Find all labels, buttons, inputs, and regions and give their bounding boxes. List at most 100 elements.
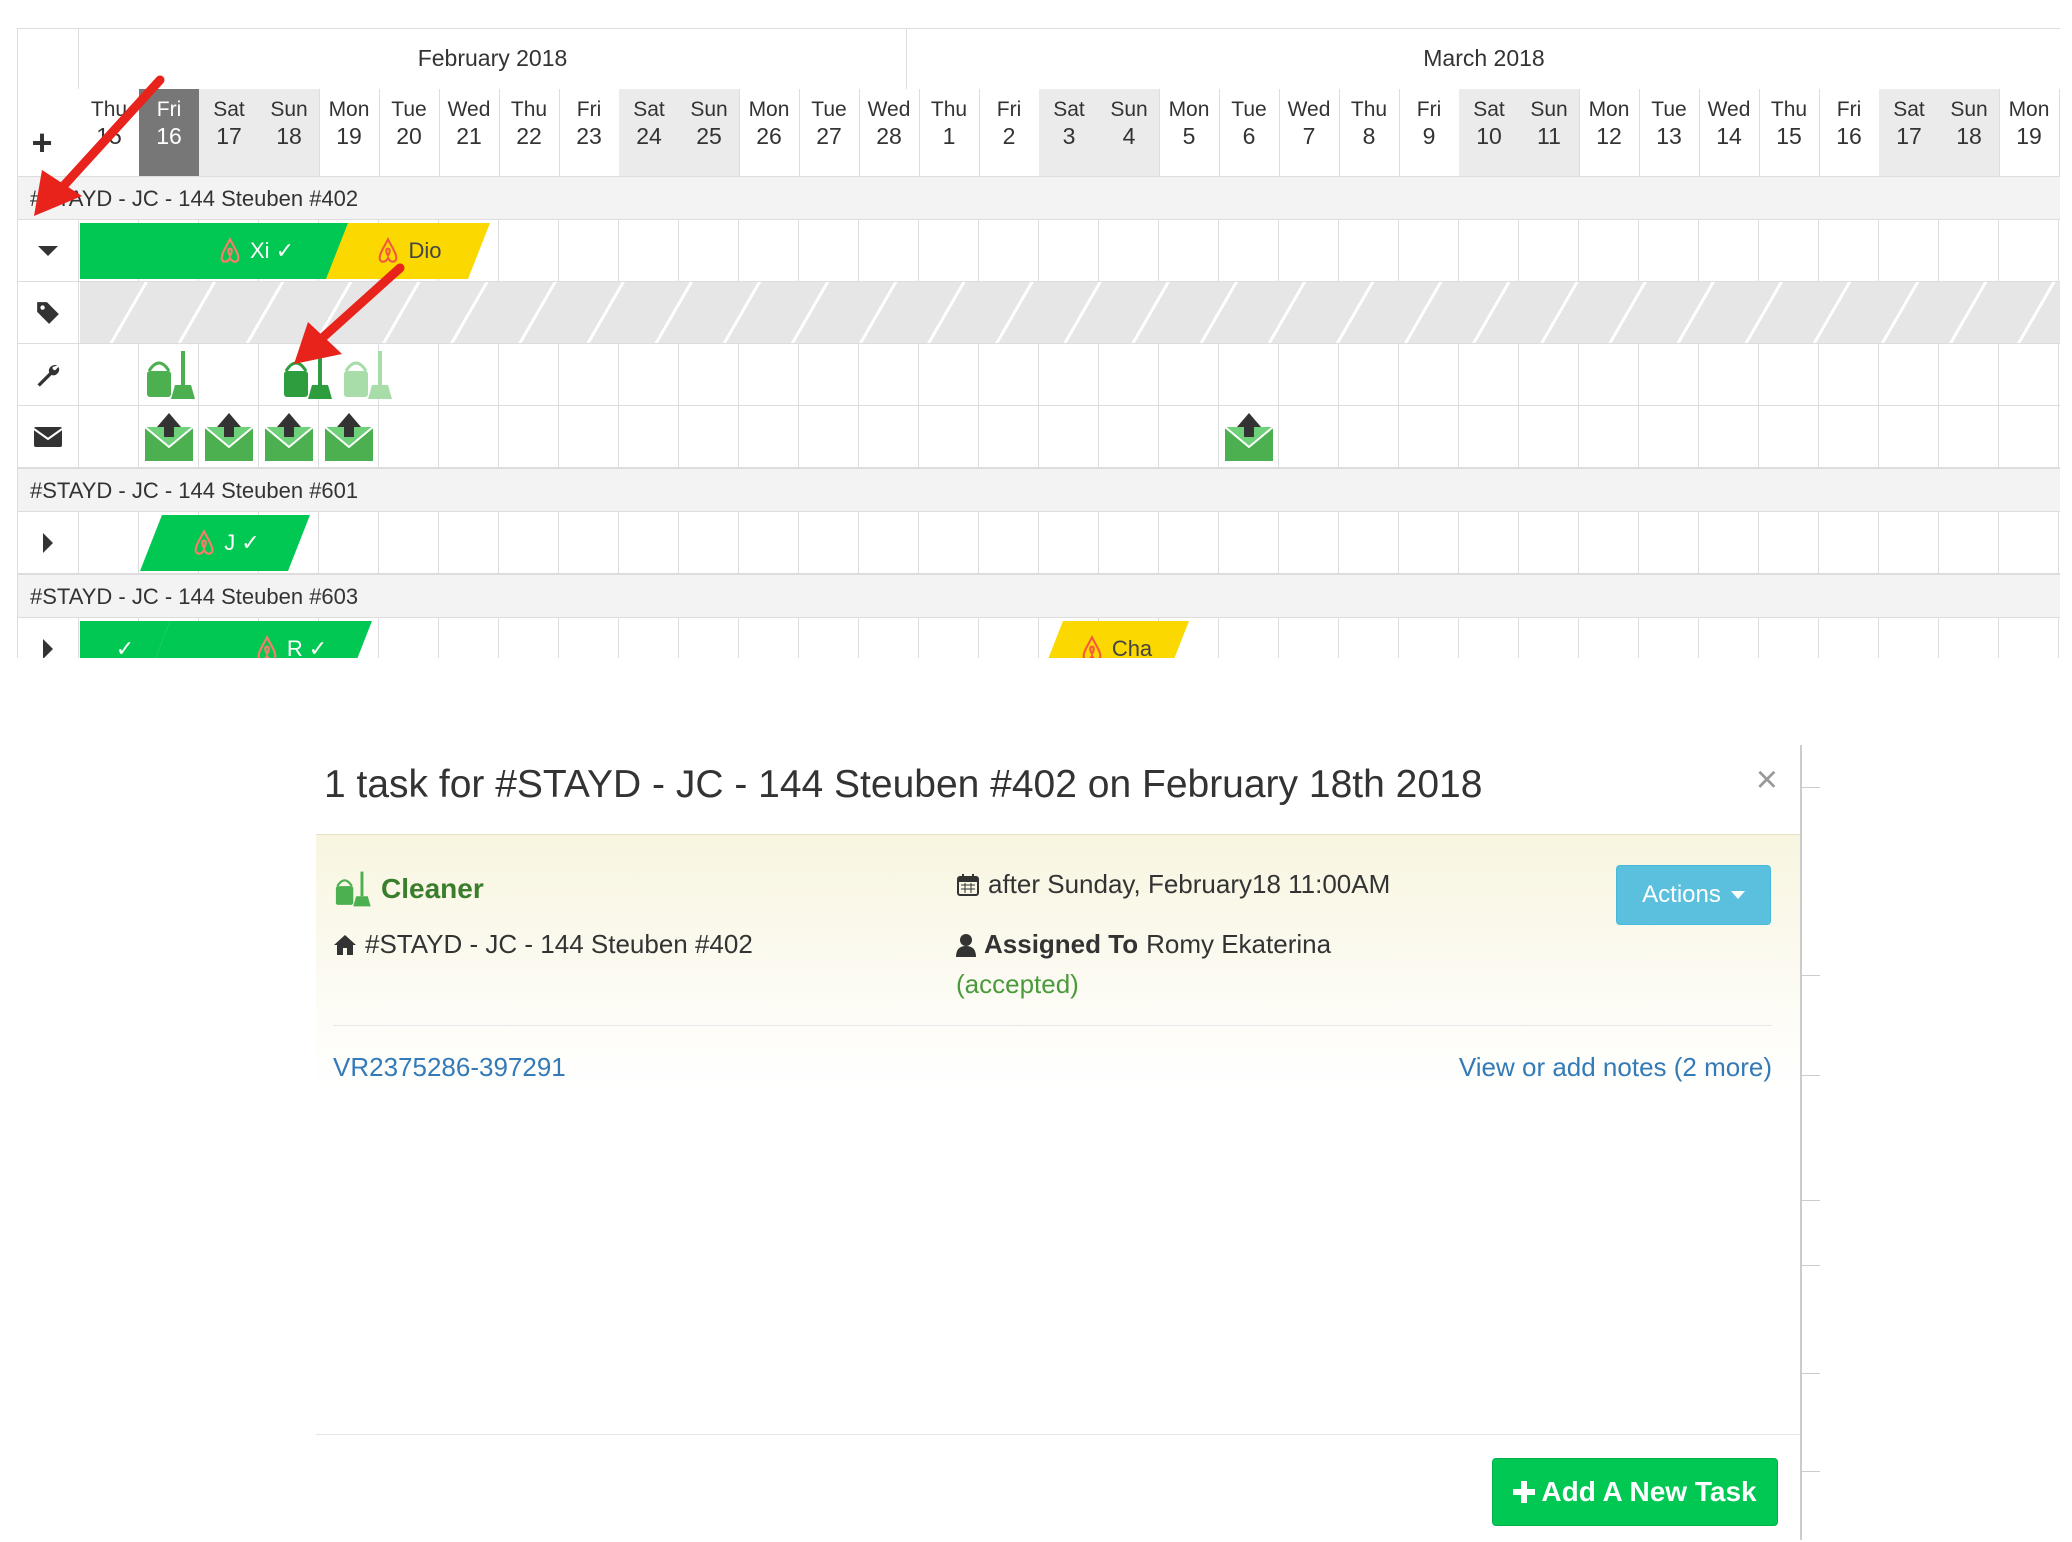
day-cell[interactable] bbox=[1579, 220, 1639, 281]
day-cell[interactable] bbox=[739, 512, 799, 573]
day-cell[interactable] bbox=[439, 618, 499, 658]
day-cell[interactable] bbox=[979, 406, 1039, 467]
day-cell[interactable] bbox=[1279, 406, 1339, 467]
day-cell[interactable] bbox=[619, 406, 679, 467]
day-cell[interactable] bbox=[1819, 618, 1879, 658]
day-cell[interactable] bbox=[499, 406, 559, 467]
day-cell[interactable] bbox=[1939, 618, 1999, 658]
day-cell[interactable] bbox=[439, 406, 499, 467]
day-cell[interactable] bbox=[559, 512, 619, 573]
day-cell[interactable] bbox=[1939, 406, 1999, 467]
expand-caret-icon[interactable] bbox=[18, 618, 79, 658]
day-cell[interactable] bbox=[1759, 220, 1819, 281]
day-cell[interactable] bbox=[1579, 406, 1639, 467]
day-cell[interactable] bbox=[2059, 406, 2060, 467]
day-cell[interactable] bbox=[679, 406, 739, 467]
day-cell[interactable] bbox=[619, 220, 679, 281]
day-cell[interactable] bbox=[1159, 220, 1219, 281]
day-cell[interactable] bbox=[1159, 512, 1219, 573]
day-cell[interactable] bbox=[1459, 406, 1519, 467]
day-cell[interactable] bbox=[1219, 512, 1279, 573]
day-cell[interactable] bbox=[739, 618, 799, 658]
day-cell[interactable] bbox=[1579, 512, 1639, 573]
booking-bar-r[interactable]: R ✓ bbox=[148, 621, 372, 658]
day-cell[interactable] bbox=[1459, 618, 1519, 658]
property-name[interactable]: #STAYD - JC - 144 Steuben #402 bbox=[18, 176, 2060, 220]
day-cell[interactable] bbox=[799, 220, 859, 281]
day-cell[interactable] bbox=[1219, 344, 1279, 405]
day-cell[interactable] bbox=[1099, 512, 1159, 573]
day-cell[interactable] bbox=[1279, 618, 1339, 658]
day-cell[interactable] bbox=[1759, 618, 1819, 658]
day-cell[interactable] bbox=[859, 344, 919, 405]
day-cell[interactable] bbox=[1639, 406, 1699, 467]
day-cell[interactable] bbox=[1579, 618, 1639, 658]
day-cell[interactable] bbox=[1579, 344, 1639, 405]
day-cell[interactable] bbox=[1099, 344, 1159, 405]
booking-bar-j[interactable]: J ✓ bbox=[140, 515, 310, 571]
message-sent-icon[interactable] bbox=[323, 411, 375, 468]
message-sent-icon[interactable] bbox=[143, 411, 195, 468]
day-cell[interactable] bbox=[1639, 220, 1699, 281]
day-cell[interactable] bbox=[979, 512, 1039, 573]
day-cell[interactable] bbox=[1039, 406, 1099, 467]
day-cell[interactable] bbox=[1519, 406, 1579, 467]
day-cell[interactable] bbox=[619, 618, 679, 658]
day-cell[interactable] bbox=[2059, 512, 2060, 573]
day-cell[interactable] bbox=[1759, 344, 1819, 405]
day-cell[interactable] bbox=[499, 344, 559, 405]
day-cell[interactable] bbox=[1459, 344, 1519, 405]
day-cell[interactable] bbox=[1819, 344, 1879, 405]
add-new-task-button[interactable]: Add A New Task bbox=[1492, 1458, 1778, 1526]
day-cell[interactable] bbox=[1939, 512, 1999, 573]
day-cell[interactable] bbox=[1879, 220, 1939, 281]
day-cell[interactable] bbox=[1879, 344, 1939, 405]
day-cell[interactable] bbox=[559, 406, 619, 467]
booking-bar-cha[interactable]: Cha bbox=[1041, 621, 1189, 658]
day-cell[interactable] bbox=[799, 406, 859, 467]
day-cell[interactable] bbox=[1219, 618, 1279, 658]
day-cell[interactable] bbox=[79, 512, 139, 573]
day-cell[interactable] bbox=[739, 220, 799, 281]
day-cell[interactable] bbox=[1699, 618, 1759, 658]
day-cell[interactable] bbox=[979, 220, 1039, 281]
day-cell[interactable] bbox=[1699, 406, 1759, 467]
property-name[interactable]: #STAYD - JC - 144 Steuben #601 bbox=[18, 468, 2060, 512]
day-cell[interactable] bbox=[619, 512, 679, 573]
day-cell[interactable] bbox=[1339, 220, 1399, 281]
day-cell[interactable] bbox=[1039, 220, 1099, 281]
cleaning-task-icon[interactable] bbox=[143, 349, 201, 406]
day-cell[interactable] bbox=[2059, 344, 2060, 405]
day-cell[interactable] bbox=[679, 618, 739, 658]
day-cell[interactable] bbox=[1159, 344, 1219, 405]
day-cell[interactable] bbox=[1639, 512, 1699, 573]
day-cell[interactable] bbox=[1879, 618, 1939, 658]
day-cell[interactable] bbox=[379, 618, 439, 658]
day-cell[interactable] bbox=[1939, 344, 1999, 405]
day-cell[interactable] bbox=[1219, 220, 1279, 281]
day-cell[interactable] bbox=[1999, 344, 2059, 405]
day-cell[interactable] bbox=[1339, 406, 1399, 467]
day-cell[interactable] bbox=[1879, 512, 1939, 573]
day-cell[interactable] bbox=[2059, 220, 2060, 281]
day-cell[interactable] bbox=[799, 618, 859, 658]
day-cell[interactable] bbox=[799, 512, 859, 573]
day-cell[interactable] bbox=[1339, 618, 1399, 658]
day-cell[interactable] bbox=[1999, 512, 2059, 573]
message-sent-icon[interactable] bbox=[1223, 411, 1275, 468]
day-cell[interactable] bbox=[1399, 344, 1459, 405]
property-name[interactable]: #STAYD - JC - 144 Steuben #603 bbox=[18, 574, 2060, 618]
day-cell[interactable] bbox=[1099, 220, 1159, 281]
day-cell[interactable] bbox=[1639, 344, 1699, 405]
day-cell[interactable] bbox=[859, 512, 919, 573]
day-cell[interactable] bbox=[1759, 406, 1819, 467]
day-cell[interactable] bbox=[919, 406, 979, 467]
day-cell[interactable] bbox=[1879, 406, 1939, 467]
day-cell[interactable] bbox=[679, 220, 739, 281]
day-cell[interactable] bbox=[1819, 220, 1879, 281]
day-cell[interactable] bbox=[1999, 618, 2059, 658]
day-cell[interactable] bbox=[499, 618, 559, 658]
collapse-caret-icon[interactable] bbox=[18, 220, 79, 281]
day-cell[interactable] bbox=[1819, 406, 1879, 467]
day-cell[interactable] bbox=[1039, 512, 1099, 573]
